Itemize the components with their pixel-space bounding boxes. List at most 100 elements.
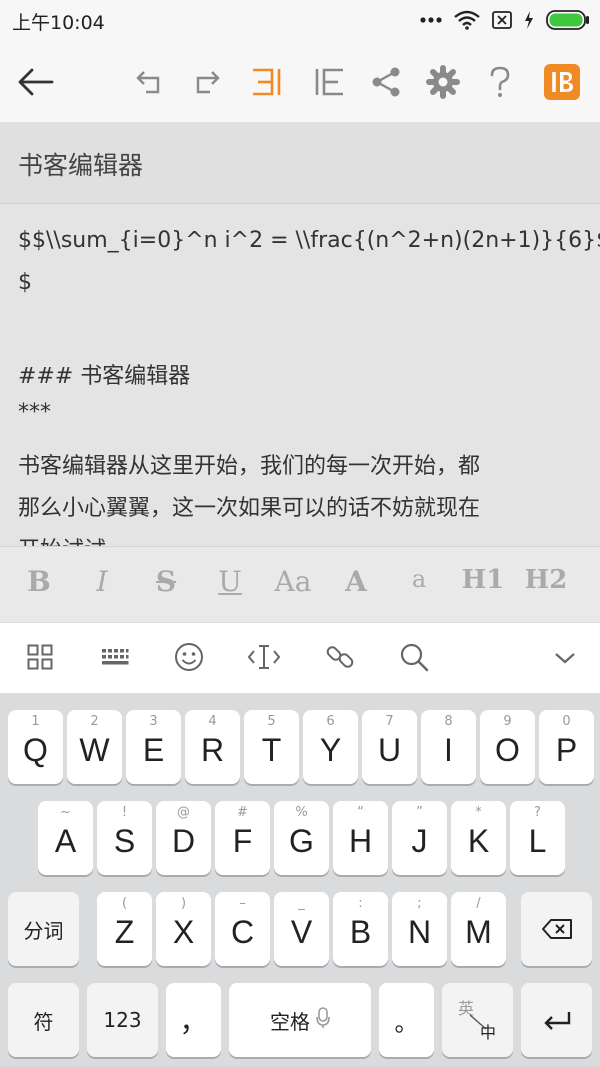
link-icon xyxy=(325,642,355,676)
expand-left-button[interactable] xyxy=(307,60,351,104)
key-hint: – xyxy=(239,896,246,911)
link-button[interactable] xyxy=(320,639,360,679)
key-a[interactable]: ~ A xyxy=(38,801,93,875)
key-label: G xyxy=(289,823,314,859)
key-w[interactable]: 2W xyxy=(67,710,122,784)
key-n[interactable]: ; N xyxy=(392,892,447,966)
emoji-button[interactable] xyxy=(169,639,209,679)
space-key[interactable]: 空格 xyxy=(229,983,371,1057)
bold-button[interactable]: B xyxy=(11,565,67,598)
key-label: L xyxy=(528,823,547,859)
document-title: 书客编辑器 xyxy=(18,151,144,180)
key-v[interactable]: _ V xyxy=(274,892,329,966)
key-hint: ? xyxy=(534,805,541,820)
key-x[interactable]: ) X xyxy=(156,892,211,966)
key-label: 分词 xyxy=(23,918,64,943)
key-d[interactable]: @ D xyxy=(156,801,211,875)
redo-button[interactable] xyxy=(185,60,229,104)
editor-line: 那么小心翼翼，这一次如果可以的话不妨就现在 xyxy=(18,496,481,521)
key-t[interactable]: 5T xyxy=(244,710,299,784)
key-label: C xyxy=(230,914,255,950)
format-toolbar: B I S U Aa A a H1 H2 xyxy=(0,546,600,622)
key-h[interactable]: “H xyxy=(333,801,388,875)
key-f[interactable]: # F xyxy=(215,801,270,875)
status-time: 上午10:04 xyxy=(12,12,105,34)
key-label: T xyxy=(261,732,282,768)
search-button[interactable] xyxy=(394,639,434,679)
align-right-bracket-icon xyxy=(250,67,284,97)
key-u[interactable]: 7U xyxy=(362,710,417,784)
lowercase-button[interactable]: a xyxy=(391,565,447,593)
key-r[interactable]: 4R xyxy=(185,710,240,784)
key-s[interactable]: ! S xyxy=(97,801,152,875)
document-title-bar[interactable]: 书客编辑器 xyxy=(0,122,600,204)
chevron-down-icon xyxy=(554,650,576,669)
key-j[interactable]: ” J xyxy=(392,801,447,875)
app-toolbar xyxy=(0,40,600,122)
key-k[interactable]: * K xyxy=(451,801,506,875)
editor-line: $ xyxy=(18,270,32,295)
comma-key[interactable]: ， xyxy=(166,983,221,1057)
period-key[interactable]: 。 xyxy=(379,983,434,1057)
key-label: R xyxy=(200,732,225,768)
key-y[interactable]: 6Y xyxy=(303,710,358,784)
key-o[interactable]: 9O xyxy=(480,710,535,784)
cursor-move-button[interactable] xyxy=(244,639,284,679)
editor-line: *** xyxy=(18,400,51,425)
language-switch-key[interactable]: 英 中 xyxy=(442,983,513,1057)
editor-line: 开始试试 xyxy=(18,532,106,546)
segment-key[interactable]: 分词 xyxy=(8,892,79,966)
font-size-button[interactable]: Aa xyxy=(265,565,321,598)
key-label: E xyxy=(142,732,165,768)
undo-button[interactable] xyxy=(127,60,171,104)
enter-key[interactable] xyxy=(521,983,592,1057)
editor-line: 书客编辑器从这里开始，我们的每一次开始，都 xyxy=(18,454,481,479)
no-sim-icon xyxy=(492,11,512,29)
help-button[interactable] xyxy=(478,60,522,104)
text-cursor-icon xyxy=(247,643,281,675)
heading-1-button[interactable]: H1 xyxy=(455,565,511,595)
key-b[interactable]: :B xyxy=(333,892,388,966)
key-hint: @ xyxy=(177,805,190,820)
italic-button[interactable]: I xyxy=(74,565,130,598)
key-z[interactable]: (Z xyxy=(97,892,152,966)
underline-button[interactable]: U xyxy=(202,565,258,598)
keyboard-toolbar xyxy=(0,622,600,694)
key-hint: * xyxy=(475,805,482,820)
symbols-key[interactable]: 符 xyxy=(8,983,79,1057)
key-label: X xyxy=(172,914,195,950)
share-button[interactable] xyxy=(364,60,408,104)
key-m[interactable]: / M xyxy=(451,892,506,966)
key-label: B xyxy=(349,914,372,950)
key-hint: 6 xyxy=(326,714,335,729)
key-c[interactable]: – C xyxy=(215,892,270,966)
language-divider-icon xyxy=(442,983,513,1061)
markdown-editor[interactable]: $$\\sum_{i=0}^n i^2 = \\frac{(n^2+n)(2n+… xyxy=(0,204,600,546)
enter-icon xyxy=(521,983,592,1057)
key-i[interactable]: 8I xyxy=(421,710,476,784)
expand-right-button[interactable] xyxy=(245,60,289,104)
key-q[interactable]: 1Q xyxy=(8,710,63,784)
key-g[interactable]: % G xyxy=(274,801,329,875)
key-l[interactable]: ? L xyxy=(510,801,565,875)
strikethrough-button[interactable]: S xyxy=(138,565,194,598)
key-label: 123 xyxy=(103,1008,142,1032)
key-p[interactable]: 0P xyxy=(539,710,594,784)
status-bar: 上午10:04 xyxy=(0,0,600,40)
wifi-icon xyxy=(454,10,480,30)
key-label: J xyxy=(411,823,428,859)
apps-grid-button[interactable] xyxy=(20,639,60,679)
keyboard-layout-button[interactable] xyxy=(95,639,135,679)
key-label: K xyxy=(467,823,490,859)
settings-button[interactable] xyxy=(421,60,465,104)
key-label: V xyxy=(290,914,313,950)
key-e[interactable]: 3E xyxy=(126,710,181,784)
uppercase-button[interactable]: A xyxy=(328,565,384,598)
back-button[interactable] xyxy=(14,60,58,104)
app-logo-button[interactable] xyxy=(540,60,584,104)
numbers-key[interactable]: 123 xyxy=(87,983,158,1057)
hide-keyboard-button[interactable] xyxy=(545,639,585,679)
heading-2-button[interactable]: H2 xyxy=(518,565,574,595)
key-label: Q xyxy=(23,732,48,768)
backspace-key[interactable] xyxy=(521,892,592,966)
